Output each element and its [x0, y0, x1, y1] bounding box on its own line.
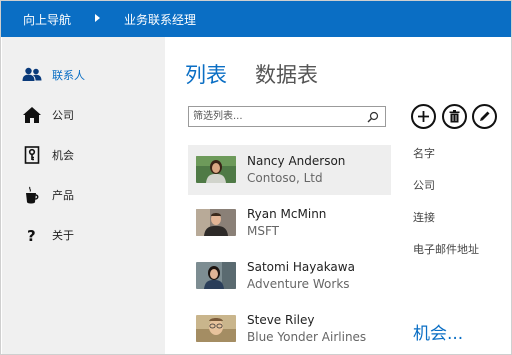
sidebar-item-companies[interactable]: 公司: [22, 104, 162, 126]
add-icon: [418, 111, 429, 122]
search-icon[interactable]: [367, 111, 379, 123]
field-label-email: 电子邮件地址: [413, 243, 479, 256]
opportunities-link[interactable]: 机会...: [413, 319, 463, 344]
sidebar: 联系人 公司 机会 产品 ? 关于: [2, 37, 165, 354]
top-navigation-bar: 向上导航 业务联系经理: [1, 1, 511, 37]
contact-list-item[interactable]: Nancy Anderson Contoso, Ltd: [188, 145, 391, 195]
contact-name: Satomi Hayakawa: [247, 260, 355, 274]
tab-datasheet[interactable]: 数据表: [255, 59, 318, 89]
sidebar-item-label: 联系人: [52, 69, 85, 82]
add-button[interactable]: [411, 104, 436, 129]
contact-company: Adventure Works: [247, 277, 350, 291]
sidebar-item-label: 公司: [52, 109, 74, 122]
main-content: 列表 数据表 Nancy Anderson Contoso, Ltd: [165, 37, 511, 354]
filter-input[interactable]: [193, 109, 363, 124]
sidebar-item-contacts[interactable]: 联系人: [22, 64, 162, 86]
tab-list[interactable]: 列表: [185, 59, 227, 89]
contact-company: MSFT: [247, 224, 279, 238]
contact-list-item[interactable]: Satomi Hayakawa Adventure Works: [188, 251, 391, 301]
contact-photo: [196, 262, 236, 289]
contact-name: Ryan McMinn: [247, 207, 327, 221]
contact-list-item[interactable]: Ryan McMinn MSFT: [188, 198, 391, 248]
edit-button[interactable]: [472, 104, 497, 129]
contact-name: Nancy Anderson: [247, 154, 346, 168]
contact-photo: [196, 209, 236, 236]
sidebar-item-label: 产品: [52, 189, 74, 202]
sidebar-item-products[interactable]: 产品: [22, 184, 162, 206]
contact-list-item[interactable]: Steve Riley Blue Yonder Airlines: [188, 304, 391, 354]
delete-icon: [449, 110, 460, 123]
contact-company: Blue Yonder Airlines: [247, 330, 367, 344]
sidebar-item-about[interactable]: ? 关于: [22, 224, 162, 246]
breadcrumb-arrow-icon: [95, 14, 100, 22]
field-label-connection: 连接: [413, 211, 435, 224]
edit-icon: [480, 111, 490, 121]
coffee-cup-icon: [26, 186, 39, 204]
app-window: 向上导航 业务联系经理 联系人 公司 机会 产品 ? 关于 列表 数据表 筛选列…: [0, 0, 512, 355]
field-label-company: 公司: [413, 179, 435, 192]
contact-photo: [196, 156, 236, 183]
svg-text:?: ?: [27, 227, 36, 244]
delete-button[interactable]: [442, 104, 467, 129]
sidebar-item-opportunities[interactable]: 机会: [22, 144, 162, 166]
navigate-up-link[interactable]: 向上导航: [23, 11, 71, 28]
field-label-name: 名字: [413, 147, 435, 160]
key-icon: [24, 146, 40, 164]
sidebar-item-label: 关于: [52, 229, 74, 242]
contact-company: Contoso, Ltd: [247, 171, 323, 185]
contact-photo: [196, 315, 236, 342]
house-icon: [23, 107, 41, 123]
question-icon: ?: [27, 227, 36, 244]
contact-name: Steve Riley: [247, 313, 315, 327]
people-icon: [22, 67, 42, 81]
filter-search-box: [188, 106, 386, 127]
app-title: 业务联系经理: [124, 13, 197, 27]
sidebar-item-label: 机会: [52, 149, 74, 162]
